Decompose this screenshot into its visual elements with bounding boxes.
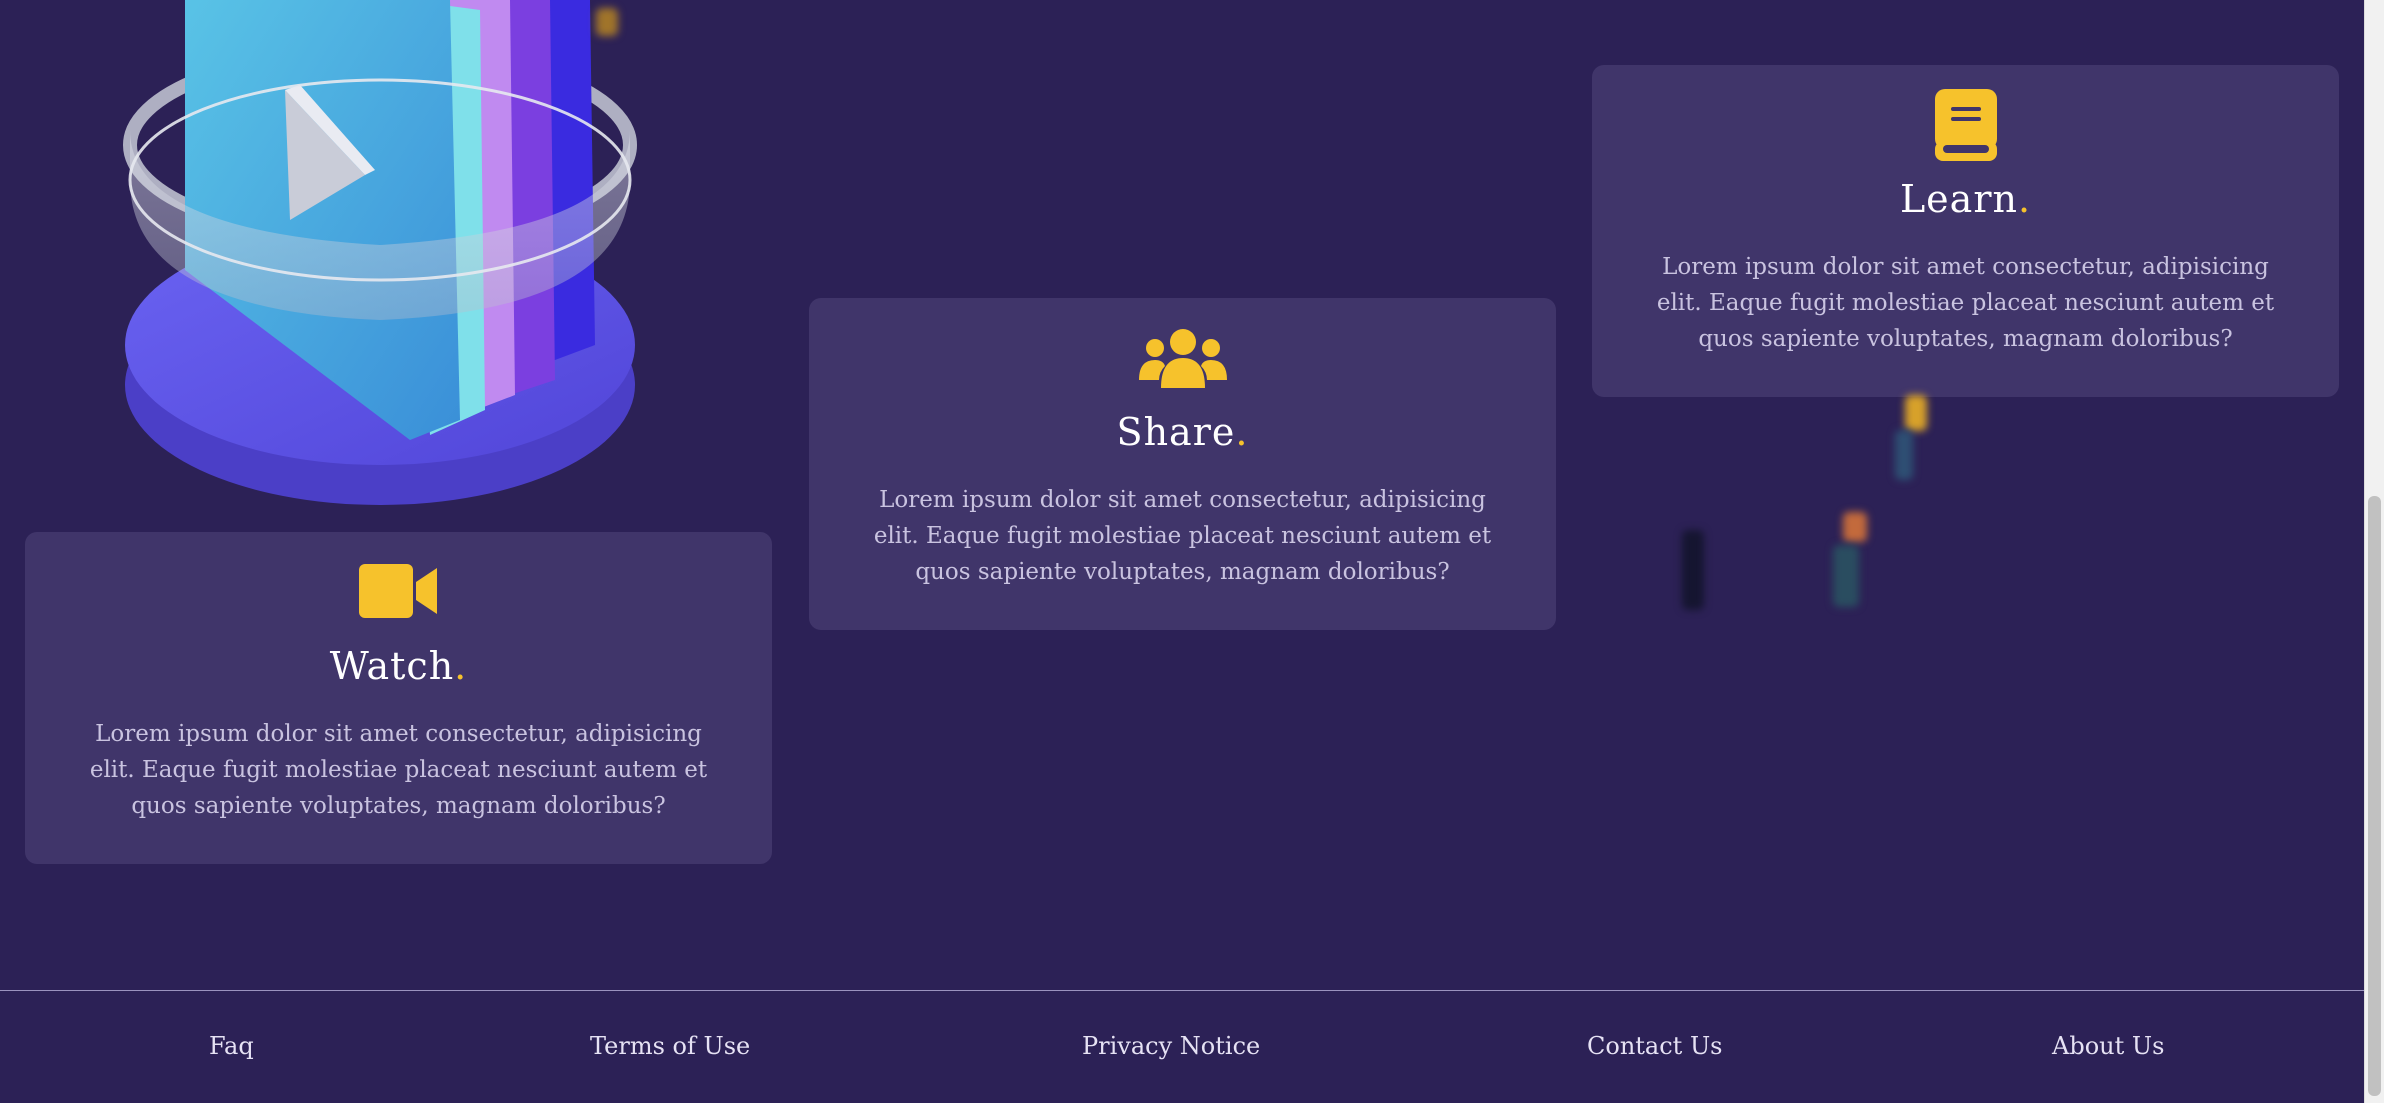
page: Learn. Lorem ipsum dolor sit amet consec… xyxy=(0,0,2384,1103)
footer-link-about[interactable]: About Us xyxy=(2052,1032,2164,1060)
decorative-figure xyxy=(596,8,618,36)
decorative-figure xyxy=(1895,430,1913,480)
card-title: Watch. xyxy=(25,644,772,688)
footer-link-faq[interactable]: Faq xyxy=(209,1032,254,1060)
card-title-text: Share xyxy=(1116,410,1236,454)
accent-dot: . xyxy=(1235,410,1249,454)
card-title-text: Learn xyxy=(1899,177,2018,221)
footer-link-contact[interactable]: Contact Us xyxy=(1587,1032,1722,1060)
share-card: Share. Lorem ipsum dolor sit amet consec… xyxy=(809,298,1556,630)
decorative-figure xyxy=(1682,530,1704,610)
footer-divider xyxy=(0,990,2364,991)
card-title-text: Watch xyxy=(329,644,455,688)
decorative-figure xyxy=(1905,395,1927,431)
footer-link-privacy[interactable]: Privacy Notice xyxy=(1082,1032,1260,1060)
card-title: Share. xyxy=(809,410,1556,454)
video-camera-icon xyxy=(358,564,437,618)
watch-card: Watch. Lorem ipsum dolor sit amet consec… xyxy=(25,532,772,864)
learn-card: Learn. Lorem ipsum dolor sit amet consec… xyxy=(1592,65,2339,397)
accent-dot: . xyxy=(454,644,468,688)
footer-link-terms[interactable]: Terms of Use xyxy=(590,1032,750,1060)
card-description: Lorem ipsum dolor sit amet consectetur, … xyxy=(89,721,708,819)
card-description: Lorem ipsum dolor sit amet consectetur, … xyxy=(873,487,1492,585)
decorative-figure xyxy=(1843,512,1867,542)
decorative-figure xyxy=(1833,545,1859,607)
scrollbar[interactable] xyxy=(2364,0,2384,1103)
accent-dot: . xyxy=(2017,177,2032,221)
card-title: Learn. xyxy=(1592,177,2339,221)
card-description: Lorem ipsum dolor sit amet consectetur, … xyxy=(1656,254,2275,352)
scrollbar-thumb[interactable] xyxy=(2368,496,2381,1096)
users-icon xyxy=(1138,329,1227,388)
book-icon xyxy=(1934,89,1997,161)
video-library-illustration xyxy=(123,0,637,505)
